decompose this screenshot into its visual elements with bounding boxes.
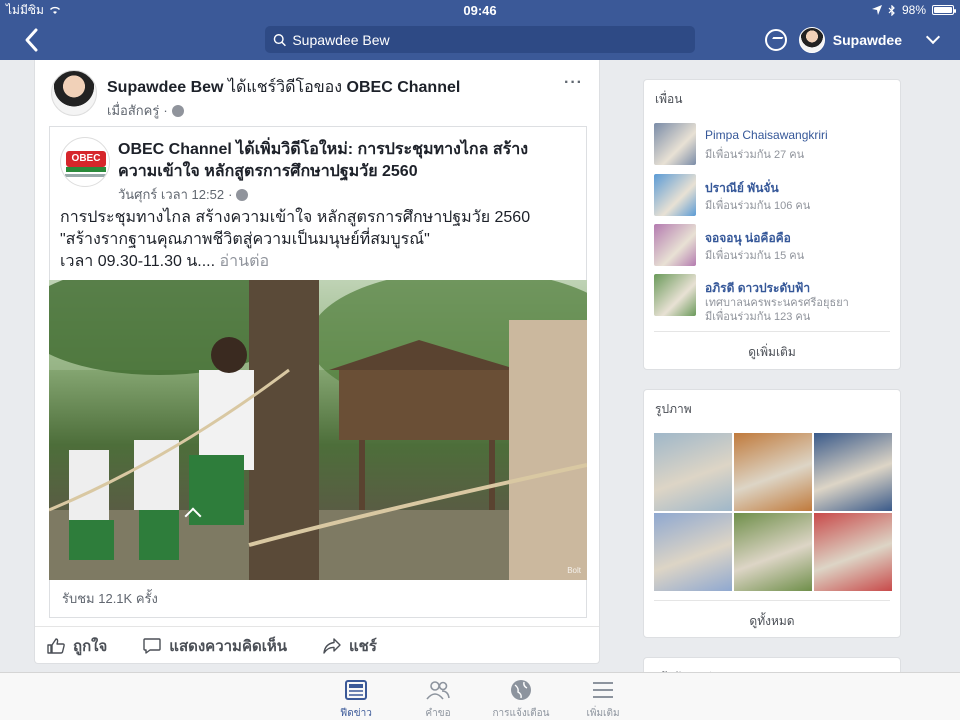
globe-icon [236, 188, 249, 201]
globe-notifications-icon [511, 680, 531, 700]
video-frame [49, 280, 587, 580]
comment-bubble-icon [143, 637, 161, 654]
photos-box: รูปภาพ ดูทั้งหมด [643, 389, 901, 638]
shared-timestamp[interactable]: วันศุกร์ เวลา 12:52 [118, 184, 224, 205]
thumbs-up-icon [47, 637, 65, 654]
author-name[interactable]: Supawdee Bew [107, 79, 223, 96]
photo-grid [654, 433, 892, 591]
messenger-icon[interactable] [764, 29, 787, 51]
photo-thumbnail[interactable] [654, 513, 732, 591]
nav-bar: Supawdee [0, 20, 960, 60]
photo-thumbnail[interactable] [654, 433, 732, 511]
friends-title: เพื่อน [655, 92, 683, 106]
photo-thumbnail[interactable] [814, 513, 892, 591]
friend-requests-icon [426, 681, 450, 700]
chevron-down-icon[interactable] [925, 29, 941, 45]
photo-thumbnail[interactable] [734, 433, 812, 511]
video-player[interactable]: Bolt [49, 280, 587, 580]
post-action-text: ได้แชร์วิดีโอของ [227, 79, 343, 96]
friend-item[interactable]: ปราณีย์ พันจั่น มีเพื่อนร่วมกัน 106 คน [654, 174, 894, 216]
post-actions: ถูกใจ แสดงความคิดเห็น แชร์ [35, 626, 599, 664]
top-bar: ไม่มีซิม 09:46 98% Supawdee [0, 0, 960, 60]
more-options-icon[interactable]: ··· [564, 74, 583, 92]
post-timestamp[interactable]: เมื่อสักครู่ [107, 100, 159, 121]
shared-from-link[interactable]: OBEC Channel [347, 79, 461, 96]
profile-shortcut[interactable]: Supawdee [798, 27, 902, 53]
feed-post: Supawdee Bew ได้แชร์วิดีโอของ OBEC Chann… [34, 60, 600, 664]
photo-thumbnail[interactable] [734, 513, 812, 591]
author-avatar[interactable] [51, 70, 97, 116]
friend-photo [654, 274, 696, 316]
friend-photo [654, 224, 696, 266]
video-watermark: Bolt [567, 566, 581, 575]
bluetooth-icon [888, 4, 895, 16]
tab-notifications[interactable]: การแจ้งเตือน [481, 679, 561, 720]
battery-percent: 98% [901, 3, 926, 17]
friend-item[interactable]: Pimpa Chaisawangkriri มีเพื่อนร่วมกัน 27… [654, 123, 894, 165]
search-icon [273, 33, 286, 46]
like-button[interactable]: ถูกใจ [47, 634, 107, 658]
menu-icon [593, 682, 613, 698]
shared-post[interactable]: OBEC OBEC Channel ได้เพิ่มวิดีโอใหม่: กา… [49, 126, 587, 618]
user-avatar [798, 27, 825, 53]
post-header: Supawdee Bew ได้แชร์วิดีโอของ OBEC Chann… [51, 70, 583, 122]
photos-title: รูปภาพ [655, 402, 692, 416]
profile-name: Supawdee [832, 32, 902, 48]
page-logo[interactable]: OBEC [60, 137, 110, 187]
globe-icon [171, 104, 184, 117]
see-more-friends-link[interactable]: ดูเพิ่มเติม [654, 331, 890, 362]
share-arrow-icon [323, 637, 341, 654]
view-count: รับชม 12.1K ครั้ง [62, 591, 158, 606]
clock: 09:46 [463, 2, 497, 18]
tab-news-feed[interactable]: ฟีดข่าว [316, 679, 396, 720]
friends-box: เพื่อน Pimpa Chaisawangkriri มีเพื่อนร่ว… [643, 79, 901, 370]
friend-item[interactable]: อภิรดี ดาวประดับฟ้า เทศบาลนครพระนครศรีอย… [654, 274, 894, 323]
see-all-photos-link[interactable]: ดูทั้งหมด [654, 600, 890, 631]
post-body: การประชุมทางไกล สร้างความเข้าใจ หลักสูตร… [60, 209, 531, 270]
bottom-tab-bar: ฟีดข่าว คำขอ การแจ้งเตือน เพิ่มเติม [0, 672, 960, 720]
tab-more[interactable]: เพิ่มเติม [563, 679, 643, 720]
location-arrow-icon [871, 5, 882, 15]
back-chevron-icon[interactable] [20, 26, 44, 54]
search-input[interactable] [292, 31, 687, 48]
battery-icon [932, 5, 956, 15]
friend-photo [654, 174, 696, 216]
page-name[interactable]: OBEC Channel [118, 141, 232, 158]
search-bar[interactable] [265, 26, 695, 53]
comment-button[interactable]: แสดงความคิดเห็น [143, 634, 287, 658]
tab-requests[interactable]: คำขอ [398, 679, 478, 720]
share-button[interactable]: แชร์ [323, 634, 377, 658]
news-feed-icon [345, 680, 367, 700]
friend-item[interactable]: จอจอนุ น่อคือคือ มีเพื่อนร่วมกัน 15 คน [654, 224, 894, 266]
status-bar: ไม่มีซิม 09:46 98% [0, 0, 960, 20]
friend-photo [654, 123, 696, 165]
read-more-link[interactable]: อ่านต่อ [220, 253, 270, 270]
photo-thumbnail[interactable] [814, 433, 892, 511]
